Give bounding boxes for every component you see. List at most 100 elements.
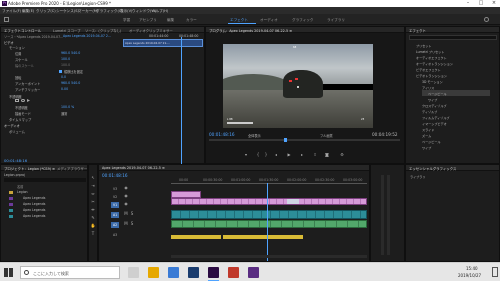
audio-clip[interactable] <box>171 220 367 228</box>
windows-start-icon[interactable] <box>4 268 13 277</box>
project-search-input[interactable] <box>4 178 86 182</box>
timeline-scrollbar[interactable] <box>171 255 367 258</box>
music-clip[interactable] <box>171 235 221 239</box>
effects-item[interactable]: ページピール <box>428 91 447 96</box>
lift-icon[interactable]: ⇧ <box>312 152 318 158</box>
menu-help[interactable]: ヘルプ(H) <box>152 9 168 14</box>
effects-item[interactable]: ズーム <box>422 133 431 138</box>
program-monitor-title[interactable]: プログラム：Apex Legends 2019-04-07 06-22-5 ≡ <box>209 28 292 33</box>
tab-audio-clip-mixer[interactable]: オーディオクリップミキサー <box>129 28 173 33</box>
ec-lock-ratio-checkbox[interactable] <box>59 69 62 73</box>
hand-tool-icon[interactable]: ✋ <box>90 223 96 229</box>
maximize-icon[interactable]: □ <box>475 0 487 7</box>
video-clip[interactable] <box>171 191 201 198</box>
pen-tool-icon[interactable]: ✎ <box>90 215 96 221</box>
effects-item[interactable]: ワイプ <box>422 145 431 150</box>
work-area-bar[interactable] <box>171 183 367 184</box>
premiere-pro-taskbar-icon[interactable] <box>208 267 219 278</box>
ws-graphics[interactable]: グラフィック <box>292 18 314 23</box>
effects-item[interactable]: ビデオエフェクト <box>416 67 441 72</box>
ec-antiflicker-value[interactable]: 0.00 <box>61 87 68 91</box>
menu-file[interactable]: ファイル(F) <box>2 9 21 14</box>
ec-scale-value[interactable]: 100.0 <box>61 57 70 61</box>
steam-icon[interactable] <box>188 267 199 278</box>
effects-item[interactable]: スライド <box>422 127 434 132</box>
home-icon[interactable] <box>4 17 9 22</box>
program-video-frame[interactable]: 68 23 L 88 <box>223 44 373 128</box>
clock-date[interactable]: 2019/10/27 <box>458 273 481 278</box>
marker-icon[interactable]: ▾ <box>243 152 249 158</box>
project-item[interactable]: Legion <box>17 190 28 194</box>
track-label-a2[interactable]: A2 <box>113 223 117 227</box>
ws-color[interactable]: カラー <box>186 18 197 23</box>
tab-source[interactable]: ソース：(クリップなし) <box>85 28 121 33</box>
music-clip[interactable] <box>223 235 303 239</box>
selection-tool-icon[interactable]: ↖ <box>90 175 96 181</box>
mail-icon[interactable] <box>168 267 179 278</box>
slip-tool-icon[interactable]: ⇹ <box>90 207 96 213</box>
tab-lumetri-scopes[interactable]: Lumetri スコープ <box>53 28 80 33</box>
effects-item[interactable]: クロスディゾルブ <box>422 103 447 108</box>
timeline-playhead[interactable] <box>267 183 268 261</box>
solo-icon[interactable]: S <box>129 211 135 217</box>
program-scrub-bar[interactable] <box>209 139 400 141</box>
timeline-timecode[interactable]: 00:01:48:16 <box>102 173 128 178</box>
project-item[interactable]: Apex Legends <box>23 202 45 206</box>
essential-graphics-title[interactable]: エッセンシャルグラフィックス <box>409 166 456 171</box>
effects-item[interactable]: ワイプ <box>428 97 437 102</box>
ec-mask-rect-icon[interactable] <box>15 99 19 102</box>
ws-effects[interactable]: エフェクト <box>230 18 248 23</box>
effects-item[interactable]: オーディオエフェクト <box>416 55 447 60</box>
effects-title[interactable]: エフェクト <box>409 28 426 33</box>
menu-edit[interactable]: 編集(E) <box>22 9 34 14</box>
mark-out-icon[interactable]: } <box>263 152 269 158</box>
effects-item[interactable]: フィルムディゾルブ <box>422 115 450 120</box>
ec-sequence-name[interactable]: Apex Legends 2019-04-07 2... <box>63 34 111 38</box>
project-column-name[interactable]: 名前 <box>17 184 23 189</box>
eye-icon[interactable]: ◉ <box>123 201 129 207</box>
ws-audio[interactable]: オーディオ <box>260 18 278 23</box>
export-frame-icon[interactable]: ◙ <box>324 152 330 158</box>
ec-timeremap-label[interactable]: タイムリマップ <box>9 117 31 122</box>
track-label-a1[interactable]: A1 <box>113 213 117 217</box>
program-quality-dropdown[interactable]: フル画質 <box>320 133 333 138</box>
eye-icon[interactable]: ◉ <box>123 193 129 199</box>
type-tool-icon[interactable]: T <box>90 231 96 237</box>
track-label-a3[interactable]: A3 <box>113 233 117 237</box>
effects-item[interactable]: オーディオトランジション <box>416 61 453 66</box>
effects-item[interactable]: Lumetri プリセット <box>416 49 444 54</box>
eye-icon[interactable]: ◉ <box>123 185 129 191</box>
ec-rotation-value[interactable]: 0.0 <box>61 75 66 79</box>
program-playhead[interactable] <box>284 138 287 142</box>
ec-mask-pen-icon[interactable] <box>27 99 30 102</box>
menu-clip[interactable]: クリップ(C) <box>36 9 56 14</box>
ec-mask-ellipse-icon[interactable] <box>21 99 25 102</box>
search-icon[interactable] <box>484 17 489 22</box>
effects-item[interactable]: ページピール <box>422 139 441 144</box>
play-icon[interactable]: ▶ <box>286 152 292 158</box>
ec-playhead[interactable] <box>181 37 182 165</box>
effects-item[interactable]: プリセット <box>416 43 431 48</box>
minimize-icon[interactable]: – <box>462 0 474 7</box>
libraries-item[interactable]: ライブラリ <box>410 174 425 179</box>
app-icon[interactable] <box>228 267 239 278</box>
ws-edit[interactable]: 編集 <box>167 18 174 23</box>
ec-blend-value[interactable]: 通常 <box>61 111 67 116</box>
ec-timecode[interactable]: 00:01:48:16 <box>4 158 27 163</box>
project-item[interactable]: Apex Legends <box>23 196 45 200</box>
track-label-v2[interactable]: V2 <box>113 195 117 199</box>
ws-learn[interactable]: 学習 <box>123 18 130 23</box>
notification-icon[interactable] <box>492 267 498 277</box>
tab-media-browser[interactable]: メディアブラウザー <box>57 166 87 171</box>
taskbar-search-box[interactable]: ここに入力して検索 <box>20 266 120 279</box>
ec-position-value[interactable]: 960.0 540.0 <box>61 51 80 55</box>
file-explorer-icon[interactable] <box>148 267 159 278</box>
close-icon[interactable]: × <box>488 0 500 7</box>
selected-video-clip[interactable] <box>287 199 299 204</box>
track-label-v3[interactable]: V3 <box>113 187 117 191</box>
ripple-edit-tool-icon[interactable]: ⇔ <box>90 191 96 197</box>
mark-in-icon[interactable]: { <box>255 152 261 158</box>
clock-time[interactable]: 15:40 <box>466 266 478 271</box>
project-title[interactable]: プロジェクト：Legion (*CS9) ≡ <box>4 166 55 171</box>
solo-icon[interactable]: S <box>129 221 135 227</box>
